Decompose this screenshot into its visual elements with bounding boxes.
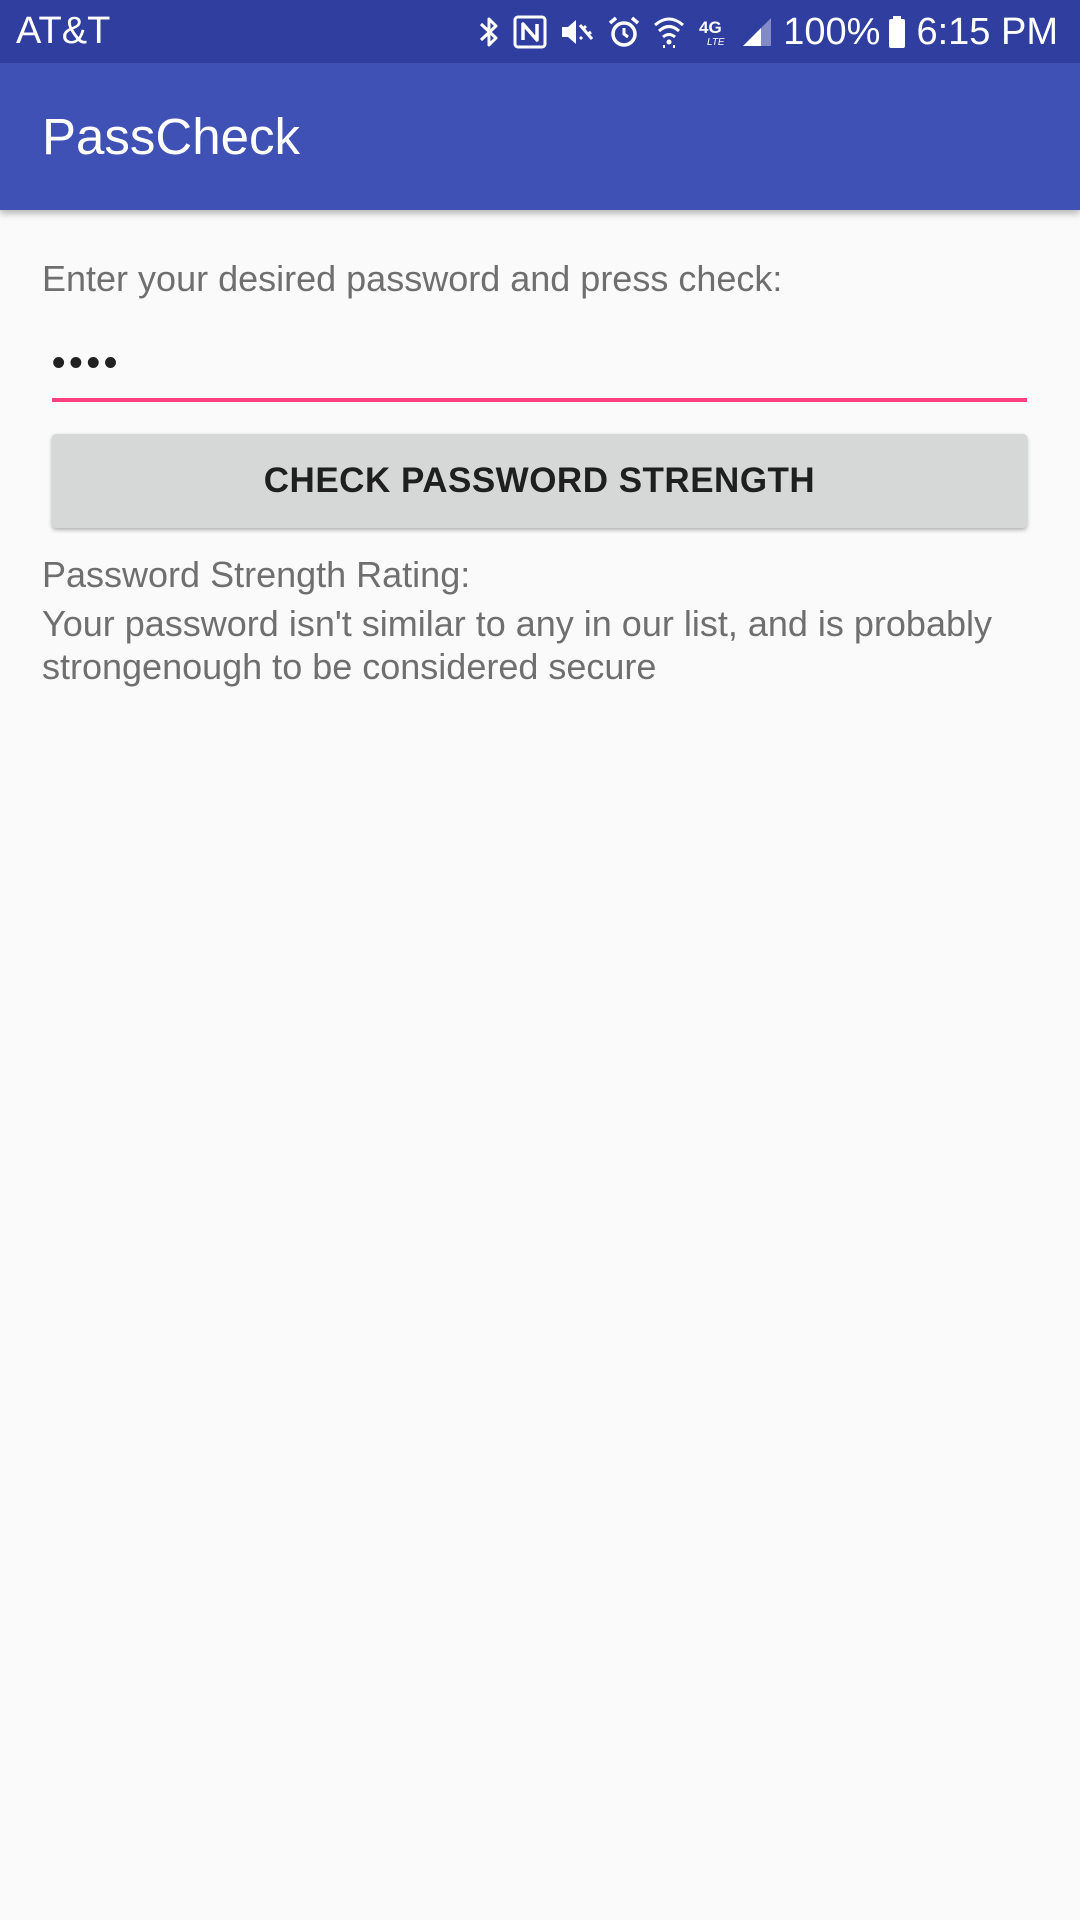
strength-rating-result: Your password isn't similar to any in ou…	[42, 603, 992, 687]
strength-rating-label: Password Strength Rating:	[42, 554, 471, 595]
status-icons: 4G LTE 100% 6:15 PM	[465, 8, 1058, 56]
battery-icon	[888, 8, 906, 56]
svg-text:4G: 4G	[699, 18, 722, 37]
alarm-icon	[607, 8, 641, 56]
wifi-icon	[653, 8, 685, 56]
app-title: PassCheck	[42, 108, 300, 165]
check-password-strength-button[interactable]: CHECK PASSWORD STRENGTH	[52, 434, 1027, 528]
signal-icon	[741, 8, 773, 56]
clock: 6:15 PM	[916, 11, 1058, 53]
status-bar: AT&T 4G LTE 100% 6:15 PM	[0, 0, 1080, 63]
vibrate-mute-icon	[559, 8, 595, 56]
password-input[interactable]: ••••	[52, 332, 1027, 404]
svg-text:LTE: LTE	[707, 37, 725, 48]
carrier-label: AT&T	[16, 10, 111, 52]
battery-percent: 100%	[783, 11, 881, 53]
main-content: Enter your desired password and press ch…	[0, 210, 1080, 1920]
password-value[interactable]: ••••	[52, 338, 121, 388]
password-input-underline	[52, 398, 1027, 402]
lte-icon: 4G LTE	[697, 8, 729, 56]
password-prompt: Enter your desired password and press ch…	[42, 258, 783, 299]
nfc-icon	[513, 8, 547, 56]
app-bar: PassCheck	[0, 63, 1080, 210]
bluetooth-icon	[477, 8, 501, 56]
